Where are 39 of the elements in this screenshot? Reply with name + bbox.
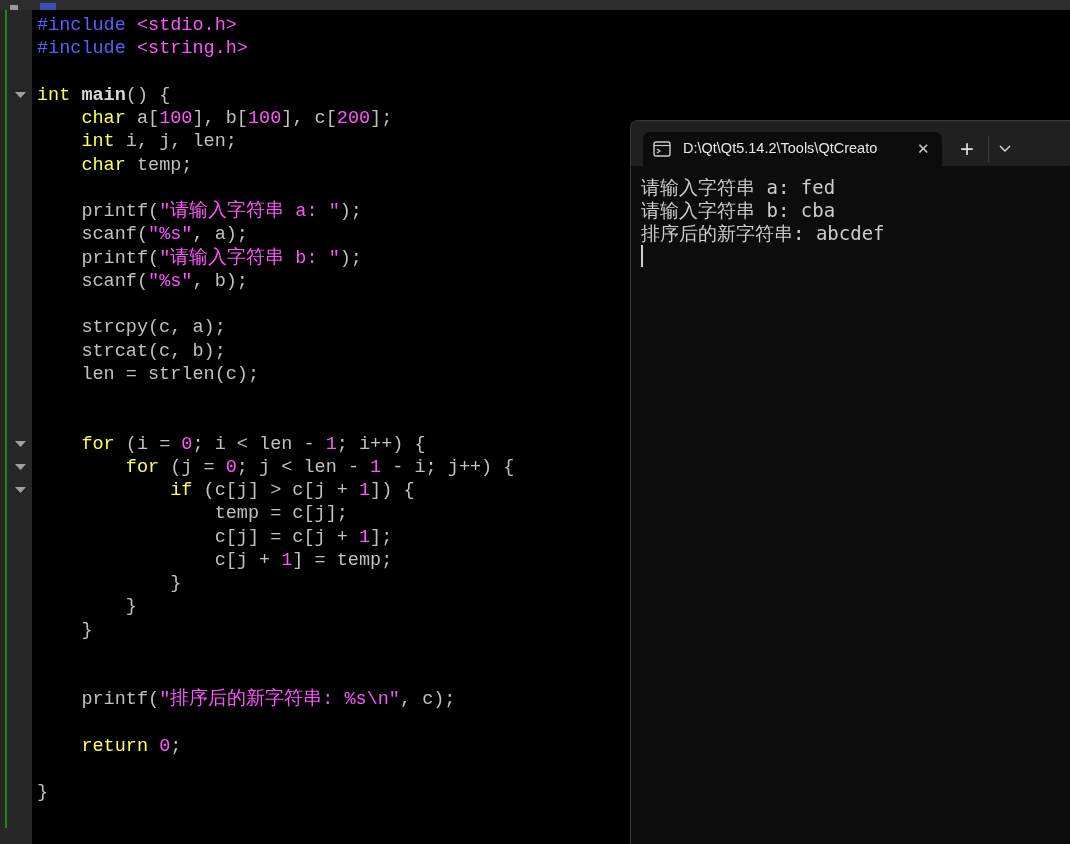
code-line: } [80, 618, 93, 642]
code-line: char temp; [80, 153, 193, 177]
close-button[interactable]: ✕ [913, 137, 934, 161]
fold-arrow-icon[interactable] [15, 487, 26, 495]
fold-arrow-icon[interactable] [15, 91, 26, 99]
new-tab-button[interactable]: + [956, 137, 978, 161]
code-line: int main() { [36, 83, 171, 107]
fold-arrow-icon[interactable] [15, 463, 26, 471]
chevron-down-icon[interactable] [999, 145, 1011, 153]
code-line: } [124, 595, 137, 619]
terminal-tab[interactable]: D:\Qt\Qt5.14.2\Tools\QtCreato ✕ [643, 132, 942, 166]
terminal-output-line: 请输入字符串 a: fed [641, 176, 837, 199]
code-line: printf("请输入字符串 b: "); [80, 246, 362, 270]
code-line: for (j = 0; j < len - 1 - i; j++) { [124, 455, 515, 479]
code-line: } [169, 572, 182, 596]
code-line: strcat(c, b); [80, 339, 226, 363]
text-cursor [641, 245, 643, 267]
code-line: scanf("%s", a); [80, 223, 248, 247]
code-line: len = strlen(c); [80, 362, 260, 386]
code-line: char a[100], b[100], c[200]; [80, 107, 393, 131]
code-line: printf("请输入字符串 a: "); [80, 200, 362, 224]
code-line: for (i = 0; i < len - 1; i++) { [80, 432, 426, 456]
terminal-output-line: 请输入字符串 b: cba [641, 199, 837, 222]
code-line: printf("排序后的新字符串: %s\n", c); [80, 688, 456, 712]
fold-arrow-icon[interactable] [15, 440, 26, 448]
terminal-icon [653, 141, 671, 157]
code-line: c[j] = c[j + 1]; [213, 525, 393, 549]
code-line: if (c[j] > c[j + 1]) { [169, 479, 415, 503]
code-line: return 0; [80, 734, 182, 758]
terminal-output-line: 排序后的新字符串: abcdef [641, 222, 886, 245]
code-line: #include <string.h> [36, 37, 248, 61]
code-line: #include <stdio.h> [36, 14, 237, 38]
code-line: } [36, 781, 49, 805]
code-line: c[j + 1] = temp; [213, 548, 393, 572]
code-line: int i, j, len; [80, 130, 237, 154]
code-line: scanf("%s", b); [80, 269, 248, 293]
code-line: strcpy(c, a); [80, 316, 226, 340]
code-line: temp = c[j]; [213, 502, 348, 526]
tab-title: D:\Qt\Qt5.14.2\Tools\QtCreato [683, 139, 879, 159]
